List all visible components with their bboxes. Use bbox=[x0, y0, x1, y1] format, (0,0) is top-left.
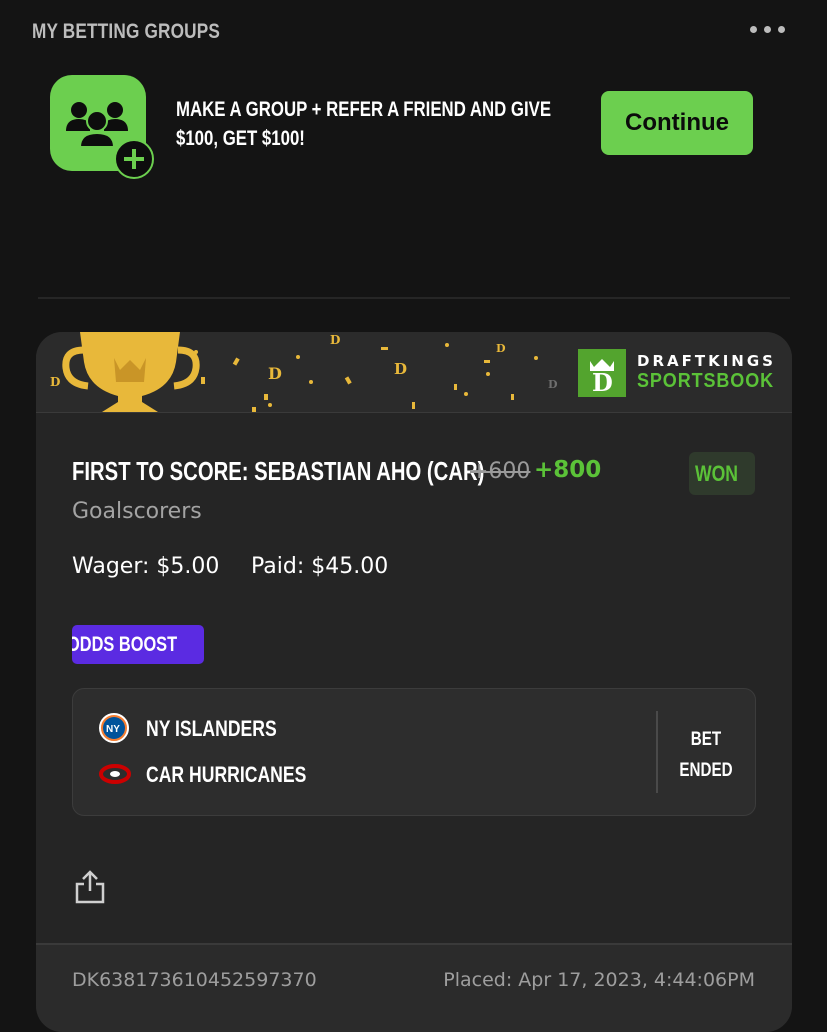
original-odds: +600 bbox=[470, 459, 531, 484]
draftkings-logo-icon: D bbox=[578, 349, 626, 397]
team-name: NY ISLANDERS bbox=[146, 716, 277, 741]
placed-timestamp: Placed: Apr 17, 2023, 4:44:06PM bbox=[443, 969, 755, 991]
event-box[interactable]: NY NY ISLANDERS CAR HURRICANES BET ENDED bbox=[72, 688, 756, 816]
boosted-odds: +800 bbox=[534, 457, 602, 483]
status-badge-label: WON bbox=[695, 460, 739, 486]
brand-subtitle: SPORTSBOOK bbox=[637, 370, 775, 392]
svg-text:D: D bbox=[50, 375, 60, 389]
event-divider bbox=[656, 711, 658, 793]
share-icon[interactable] bbox=[74, 869, 106, 905]
wager-amount: Wager: $5.00 bbox=[72, 554, 220, 579]
svg-text:D: D bbox=[496, 342, 506, 355]
status-badge: WON bbox=[689, 452, 755, 495]
page-title: MY BETTING GROUPS bbox=[32, 20, 221, 43]
bet-id: DK638173610452597370 bbox=[72, 969, 317, 991]
more-horizontal-icon[interactable] bbox=[750, 26, 786, 34]
bet-status-line-2: ENDED bbox=[679, 760, 733, 781]
bet-ended-label: BET ENDED bbox=[666, 724, 746, 786]
bet-title: FIRST TO SCORE: SEBASTIAN AHO (CAR) bbox=[72, 456, 485, 486]
svg-text:D: D bbox=[394, 360, 407, 378]
group-add-icon bbox=[50, 75, 154, 179]
svg-text:NY: NY bbox=[106, 724, 120, 735]
team-name: CAR HURRICANES bbox=[146, 762, 307, 787]
bet-footer: DK638173610452597370 Placed: Apr 17, 202… bbox=[36, 945, 792, 1032]
bet-card: D D D D D D D DRAFTKINGS SPORTSBOOK FIRS… bbox=[36, 332, 792, 1032]
bet-banner: D D D D D D D DRAFTKINGS SPORTSBOOK bbox=[36, 332, 792, 413]
market-label: Goalscorers bbox=[72, 499, 202, 524]
continue-button[interactable]: Continue bbox=[601, 91, 753, 155]
svg-text:D: D bbox=[268, 364, 282, 383]
svg-text:D: D bbox=[330, 333, 340, 347]
car-hurricanes-logo-icon bbox=[99, 761, 131, 787]
promo-text: MAKE A GROUP + REFER A FRIEND AND GIVE $… bbox=[176, 95, 552, 153]
promo-line-1: MAKE A GROUP + REFER A FRIEND AND GIVE bbox=[176, 98, 552, 121]
svg-text:D: D bbox=[592, 368, 613, 397]
odds-boost-label: ODDS BOOST bbox=[72, 632, 178, 656]
brand-name: DRAFTKINGS bbox=[637, 352, 776, 370]
ny-islanders-logo-icon: NY bbox=[99, 713, 129, 743]
odds-boost-badge: ODDS BOOST bbox=[72, 625, 204, 664]
promo-line-2: $100, GET $100! bbox=[176, 127, 305, 150]
paid-amount: Paid: $45.00 bbox=[251, 554, 389, 579]
svg-text:D: D bbox=[548, 378, 558, 391]
section-divider bbox=[38, 297, 790, 299]
bet-status-line-1: BET bbox=[690, 729, 722, 750]
